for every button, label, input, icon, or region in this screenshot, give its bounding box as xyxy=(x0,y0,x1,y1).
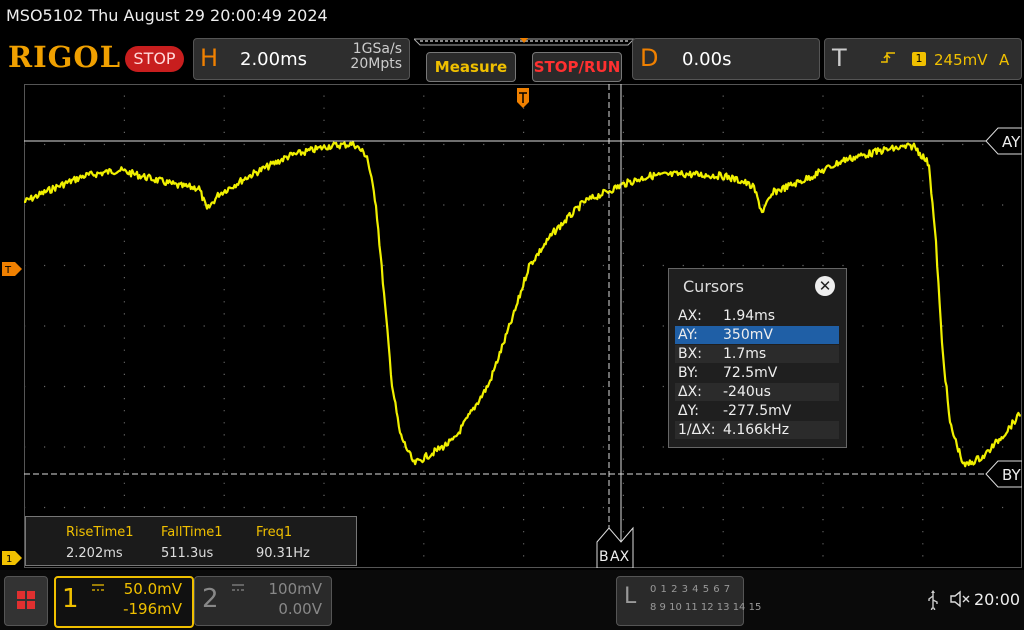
channel-2-offset: 0.00V xyxy=(278,600,322,618)
cursor-bx-label: B xyxy=(599,549,609,565)
cursor-ay-tag[interactable]: AY xyxy=(985,127,1022,155)
logic-channels-low: 0 1 2 3 4 5 6 7 xyxy=(650,584,731,595)
cursor-x-tags[interactable]: B AX xyxy=(596,526,634,568)
delay-label: D xyxy=(640,44,659,72)
waveform-display[interactable]: AY BY B AX xyxy=(24,84,1022,568)
measurement-value: 90.31Hz xyxy=(256,546,310,561)
acquisition-info: 1GSa/s 20Mpts xyxy=(340,42,402,72)
ch1-waveform-trace xyxy=(24,140,1021,468)
measure-button[interactable]: Measure xyxy=(426,52,516,82)
horizontal-label: H xyxy=(200,44,219,72)
svg-text:T: T xyxy=(4,265,12,276)
sample-rate: 1GSa/s xyxy=(352,41,402,57)
cursor-ax-label: AX xyxy=(610,549,630,565)
close-icon[interactable]: ✕ xyxy=(815,276,835,296)
cursors-panel-title: Cursors xyxy=(683,277,744,296)
speaker-muted-icon[interactable] xyxy=(950,590,972,613)
measurement-name: FallTime1 xyxy=(161,525,223,540)
trigger-position-marker[interactable] xyxy=(517,88,529,108)
measurement-name: RiseTime1 xyxy=(66,525,134,540)
measurement-name: Freq1 xyxy=(256,525,293,540)
clock: 20:00 xyxy=(974,590,1021,609)
memory-depth: 20Mpts xyxy=(350,56,402,72)
cursor-by-label: BY xyxy=(1002,466,1021,484)
usb-icon xyxy=(926,590,940,615)
svg-text:1: 1 xyxy=(6,554,12,565)
cursor-row-dy: ΔY: -277.5mV xyxy=(678,403,792,419)
delay-value: 0.00s xyxy=(682,49,732,70)
cursor-row-by[interactable]: BY: 72.5mV xyxy=(675,364,839,382)
trigger-level-marker[interactable]: T xyxy=(2,262,22,276)
logic-analyzer-label: L xyxy=(624,584,637,609)
memory-position-indicator xyxy=(414,38,634,46)
trigger-label: T xyxy=(832,44,847,72)
cursor-by-tag[interactable]: BY xyxy=(985,460,1022,488)
measurement-value: 2.202ms xyxy=(66,546,123,561)
channel-1-scale: 50.0mV xyxy=(123,580,182,598)
ch1-ground-marker[interactable]: 1 xyxy=(2,551,22,565)
channel-2-scale: 100mV xyxy=(268,580,322,598)
trigger-mode: A xyxy=(999,51,1010,69)
rising-edge-icon xyxy=(880,50,896,70)
cursor-row-ay[interactable]: AY: 350mV xyxy=(675,326,839,344)
brand-logo: RIGOL xyxy=(8,40,122,74)
channel-2-number: 2 xyxy=(202,584,219,614)
menu-grid-icon[interactable] xyxy=(4,576,48,626)
cursor-ay-label: AY xyxy=(1002,133,1021,151)
stop-run-button[interactable]: STOP/RUN xyxy=(532,52,622,82)
cursor-row-dx: ΔX: -240us xyxy=(675,383,839,401)
measurement-value: 511.3us xyxy=(161,546,214,561)
status-line: MSO5102 Thu August 29 20:00:49 2024 xyxy=(6,6,328,25)
logic-channels-high: 8 9 10 11 12 13 14 15 xyxy=(650,602,762,613)
measurement-panel[interactable]: RiseTime1 2.202ms FallTime1 511.3us Freq… xyxy=(25,516,357,566)
run-state-badge[interactable]: STOP xyxy=(125,46,184,72)
cursor-row-ax[interactable]: AX: 1.94ms xyxy=(675,307,839,325)
cursors-panel: Cursors ✕ AX: 1.94ms AY: 350mV BX: 1.7ms BY… xyxy=(668,268,847,448)
cursor-row-bx[interactable]: BX: 1.7ms xyxy=(675,345,839,363)
trigger-source-badge: 1 xyxy=(912,52,926,66)
trigger-level: 245mV xyxy=(934,51,988,69)
channel-1-number: 1 xyxy=(62,584,79,614)
channel-1-offset: -196mV xyxy=(123,600,182,618)
timebase-value: 2.00ms xyxy=(240,49,307,70)
cursor-row-inv-dx: 1/ΔX: 4.166kHz xyxy=(675,421,839,439)
